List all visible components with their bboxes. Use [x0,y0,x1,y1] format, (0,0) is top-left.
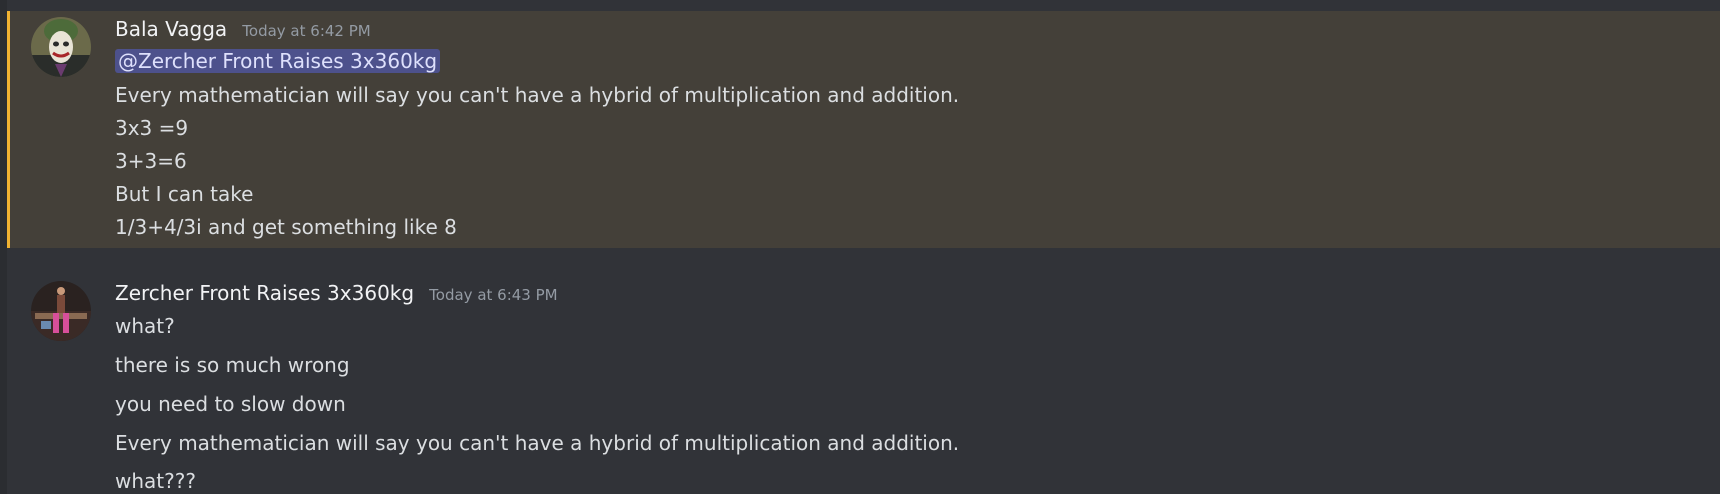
message-line: there is so much wrong [115,353,350,377]
author-name[interactable]: Bala Vagga [115,17,227,41]
joker-avatar-icon[interactable] [31,17,91,77]
message-line: But I can take [115,182,254,206]
message-header: Bala Vagga Today at 6:42 PM [115,17,371,41]
message[interactable]: Zercher Front Raises 3x360kg Today at 6:… [7,270,1720,494]
message-line: 3x3 =9 [115,116,189,140]
stage-performer-avatar-icon[interactable] [31,281,91,341]
user-mention[interactable]: @Zercher Front Raises 3x360kg [115,49,441,73]
message-line: Every mathematician will say you can't h… [115,431,960,455]
message-timestamp[interactable]: Today at 6:43 PM [429,286,557,304]
message-header: Zercher Front Raises 3x360kg Today at 6:… [115,281,558,305]
message-mention-line: @Zercher Front Raises 3x360kg [115,48,441,74]
mention-highlight-bar [7,11,10,248]
message-line: 1/3+4/3i and get something like 8 [115,215,457,239]
message-timestamp[interactable]: Today at 6:42 PM [242,22,370,40]
message-line: you need to slow down [115,392,346,416]
top-gap [7,0,1720,11]
message-line: what? [115,314,175,338]
message-line: Every mathematician will say you can't h… [115,83,960,107]
message-highlighted[interactable]: Bala Vagga Today at 6:42 PM @Zercher Fro… [7,11,1720,248]
author-name[interactable]: Zercher Front Raises 3x360kg [115,281,414,305]
left-rail [0,0,7,494]
message-line: what??? [115,469,196,493]
message-line: 3+3=6 [115,149,187,173]
